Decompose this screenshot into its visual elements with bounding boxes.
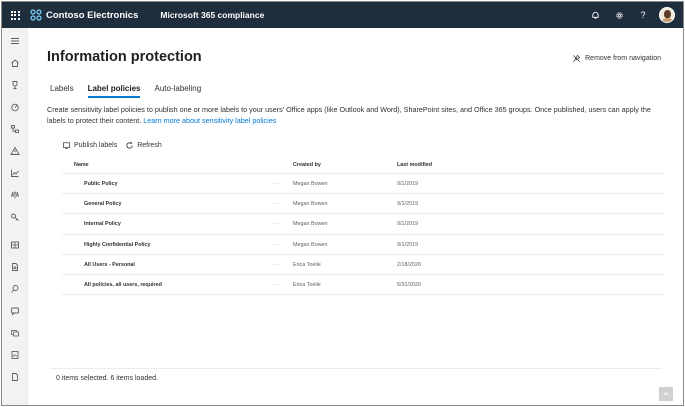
- warning-icon[interactable]: [2, 142, 28, 160]
- created-by: Erica Toelle: [293, 261, 321, 268]
- refresh-label: Refresh: [137, 142, 162, 149]
- key-icon[interactable]: [2, 208, 28, 226]
- last-modified: 9/1/2019: [397, 181, 418, 187]
- created-by: Megan Bowen: [293, 181, 328, 187]
- created-by: Megan Bowen: [293, 221, 328, 228]
- chart-line-icon[interactable]: [2, 164, 28, 182]
- scroll-to-top-button[interactable]: [659, 387, 673, 401]
- header-last-modified[interactable]: Last modified: [397, 162, 432, 168]
- org-chart-icon[interactable]: [2, 120, 28, 138]
- page-title: Information protection: [47, 49, 202, 65]
- header-name[interactable]: Name: [74, 162, 89, 168]
- created-by: Megan Bowen: [293, 241, 328, 248]
- policy-name[interactable]: All Users - Personal: [84, 262, 135, 268]
- last-modified: 9/1/2019: [397, 221, 418, 228]
- last-modified: 9/1/2019: [397, 201, 418, 208]
- messages-icon[interactable]: [2, 324, 28, 342]
- table-row[interactable]: Public Policy ··· Megan Bowen 9/1/2019: [62, 174, 664, 195]
- top-bar: Contoso Electronics Microsoft 365 compli…: [2, 2, 683, 28]
- refresh-button[interactable]: Refresh: [125, 141, 162, 150]
- chevron-up-icon: [663, 392, 669, 396]
- left-nav-rail: [2, 28, 28, 405]
- publish-icon: [62, 142, 71, 150]
- table-row[interactable]: All Users - Personal ··· Erica Toelle 2/…: [62, 255, 664, 275]
- gauge-icon[interactable]: [2, 98, 28, 116]
- brand-name: Contoso Electronics: [46, 9, 139, 21]
- last-modified: 2/18/2020: [397, 261, 421, 268]
- description-text: Create sensitivity label policies to pub…: [47, 105, 651, 125]
- contoso-logo-icon: [30, 9, 42, 21]
- more-actions-icon[interactable]: ···: [273, 181, 280, 187]
- table-row[interactable]: Highly Confidential Policy ··· Megan Bow…: [62, 235, 664, 255]
- home-icon[interactable]: [2, 54, 28, 72]
- command-bar: Publish labels Refresh: [62, 141, 170, 150]
- document-icon[interactable]: [2, 258, 28, 276]
- tab-labels[interactable]: Labels: [50, 84, 74, 98]
- search-icon[interactable]: [2, 280, 28, 298]
- created-by: Megan Bowen: [293, 201, 328, 208]
- scales-icon[interactable]: [2, 186, 28, 204]
- grid-icon[interactable]: [2, 236, 28, 254]
- remove-nav-label: Remove from navigation: [585, 55, 661, 62]
- table-header: Name Created by Last modified: [62, 158, 664, 174]
- main-content: Information protection Remove from navig…: [28, 28, 683, 405]
- more-actions-icon[interactable]: ···: [273, 282, 280, 288]
- app-name[interactable]: Microsoft 365 compliance: [160, 10, 264, 20]
- more-actions-icon[interactable]: ···: [273, 201, 280, 207]
- last-modified: 5/31/2020: [397, 281, 421, 288]
- file-icon[interactable]: [2, 368, 28, 386]
- learn-more-link[interactable]: Learn more about sensitivity label polic…: [143, 116, 276, 125]
- policy-name[interactable]: Internal Policy: [84, 221, 121, 227]
- app-launcher-icon[interactable]: [2, 2, 28, 28]
- table-row[interactable]: All policies, all users, required ··· Er…: [62, 275, 664, 296]
- app-window: Contoso Electronics Microsoft 365 compli…: [1, 1, 684, 406]
- policy-name[interactable]: General Policy: [84, 201, 121, 207]
- created-by: Erica Toelle: [293, 281, 321, 288]
- remove-from-navigation-button[interactable]: Remove from navigation: [572, 54, 661, 63]
- refresh-icon: [126, 141, 133, 149]
- more-actions-icon[interactable]: ···: [273, 242, 280, 248]
- table-row[interactable]: General Policy ··· Megan Bowen 9/1/2019: [62, 194, 664, 215]
- policy-name[interactable]: Highly Confidential Policy: [84, 242, 151, 248]
- chat-icon[interactable]: [2, 302, 28, 320]
- bell-icon[interactable]: [583, 2, 607, 28]
- more-actions-icon[interactable]: ···: [273, 221, 280, 227]
- gear-icon[interactable]: [607, 2, 631, 28]
- policy-name[interactable]: All policies, all users, required: [84, 282, 162, 288]
- table-row[interactable]: Internal Policy ··· Megan Bowen 9/1/2019: [62, 214, 664, 235]
- publish-labels-button[interactable]: Publish labels: [62, 141, 117, 150]
- policies-table: Name Created by Last modified Public Pol…: [62, 158, 664, 296]
- policy-name[interactable]: Public Policy: [84, 181, 118, 187]
- tab-label-policies[interactable]: Label policies: [87, 84, 141, 98]
- header-created-by[interactable]: Created by: [293, 162, 321, 168]
- more-actions-icon[interactable]: ···: [273, 262, 280, 268]
- report-icon[interactable]: [2, 346, 28, 364]
- brand[interactable]: Contoso Electronics: [30, 9, 138, 21]
- help-icon[interactable]: ?: [631, 2, 655, 28]
- unpin-icon: [573, 54, 581, 62]
- top-right-actions: ?: [583, 2, 683, 28]
- last-modified: 9/1/2019: [397, 241, 418, 248]
- hamburger-icon[interactable]: [2, 32, 28, 50]
- footer-divider: [50, 368, 662, 369]
- trophy-icon[interactable]: [2, 76, 28, 94]
- tab-auto-labeling[interactable]: Auto-labeling: [154, 84, 201, 98]
- publish-labels-label: Publish labels: [74, 142, 118, 149]
- avatar[interactable]: [659, 7, 675, 23]
- tab-list: Labels Label policies Auto-labeling: [50, 84, 215, 98]
- selection-status: 0 items selected. 6 items loaded.: [56, 375, 158, 382]
- description: Create sensitivity label policies to pub…: [47, 105, 667, 126]
